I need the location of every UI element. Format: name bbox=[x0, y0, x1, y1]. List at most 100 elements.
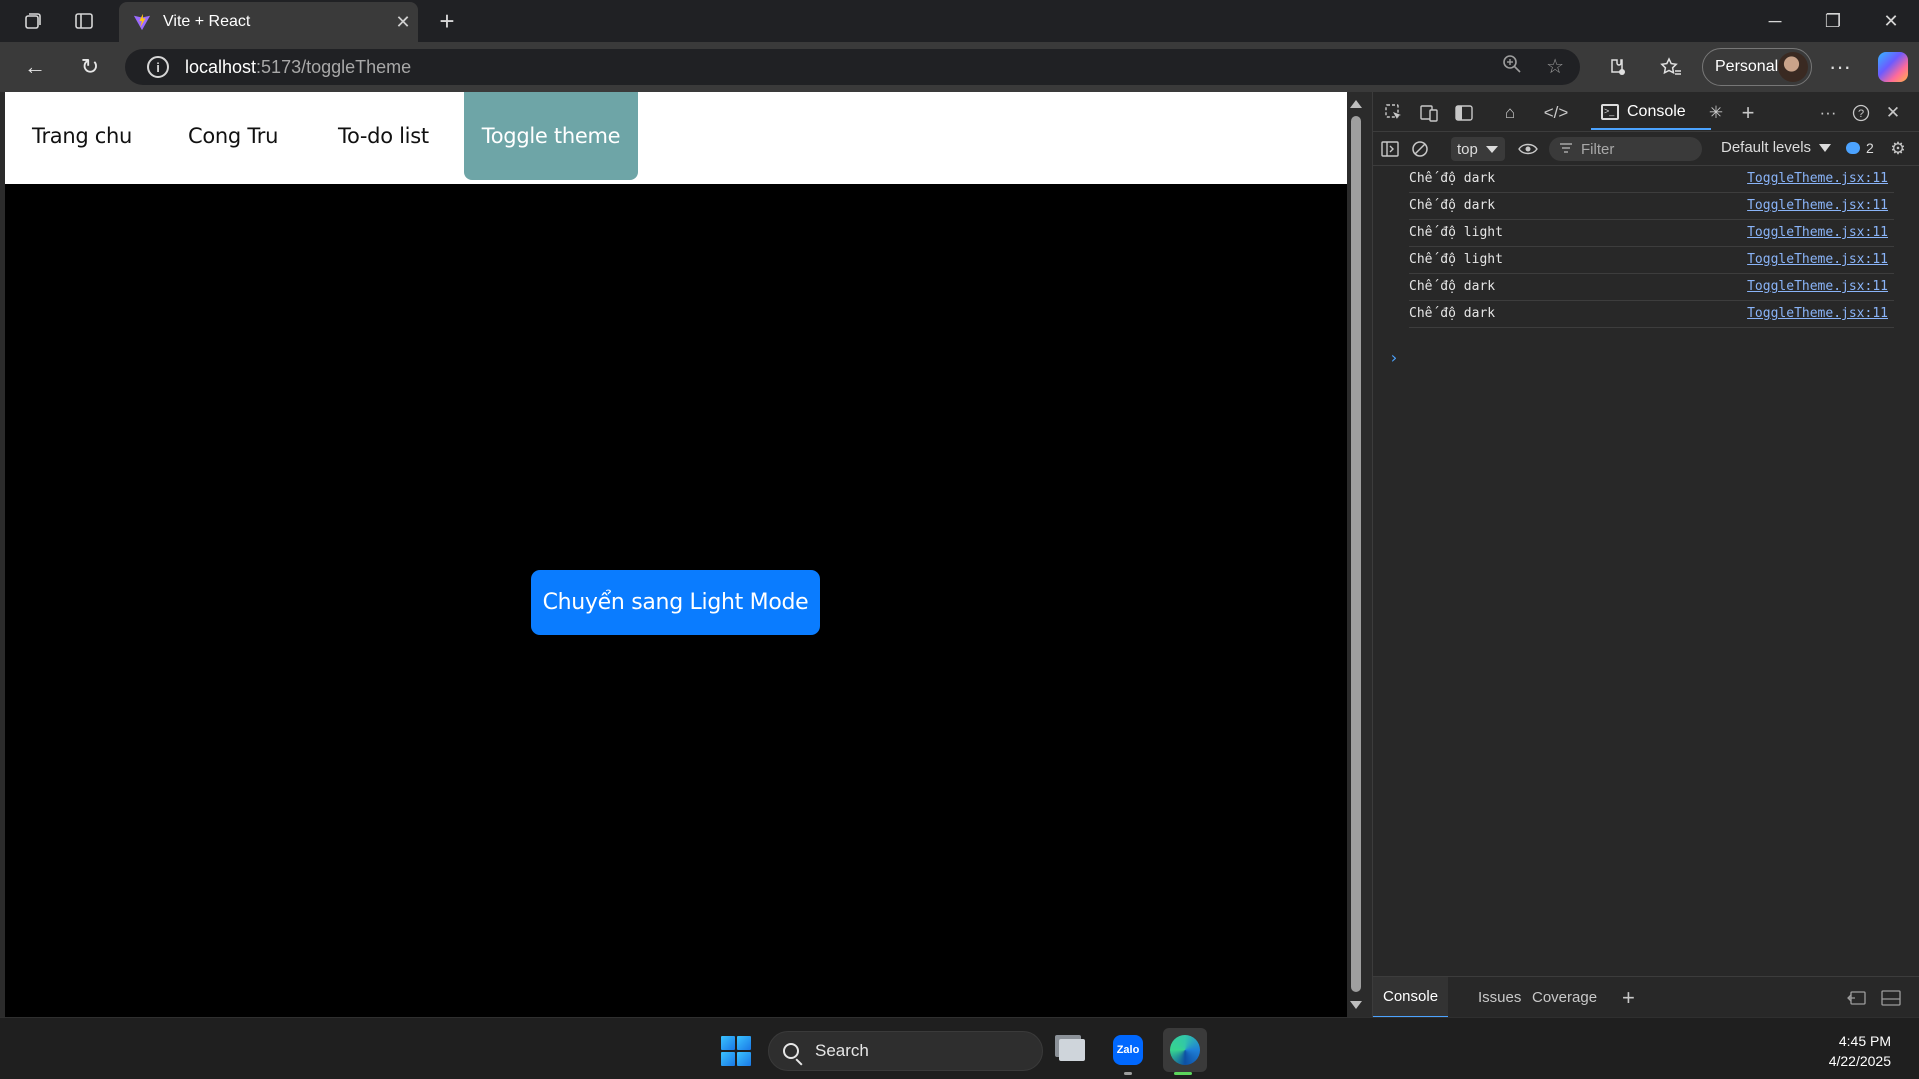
clock-time: 4:45 PM bbox=[1838, 1033, 1891, 1049]
sources-bug-icon[interactable]: ✳ bbox=[1703, 100, 1729, 126]
issues-count: 2 bbox=[1866, 140, 1874, 156]
device-toolbar-icon[interactable] bbox=[1416, 100, 1442, 126]
add-drawer-tab-icon[interactable]: + bbox=[1622, 977, 1635, 1018]
drawer-tab-issues[interactable]: Issues bbox=[1478, 977, 1521, 1018]
extensions-icon[interactable] bbox=[1602, 52, 1632, 82]
log-message: Chế độ dark bbox=[1409, 279, 1496, 294]
address-host: localhost bbox=[185, 56, 257, 77]
address-bar[interactable]: i localhost:5173/toggleTheme ☆ bbox=[125, 49, 1580, 85]
log-row: Chế độ dark ToggleTheme.jsx:11 bbox=[1409, 166, 1894, 193]
restore-icon[interactable]: ❐ bbox=[1808, 6, 1858, 36]
log-row: Chế độ dark ToggleTheme.jsx:11 bbox=[1409, 301, 1894, 328]
zoom-icon[interactable] bbox=[1502, 54, 1522, 80]
sidebar-toggle-icon[interactable] bbox=[1377, 136, 1403, 162]
profile-button[interactable]: Personal bbox=[1702, 48, 1812, 86]
live-expression-eye-icon[interactable] bbox=[1515, 136, 1541, 162]
nav-link-cong-tru[interactable]: Cong Tru bbox=[188, 92, 278, 180]
reload-icon[interactable]: ↻ bbox=[75, 52, 105, 82]
elements-icon[interactable]: </> bbox=[1543, 100, 1569, 126]
workspaces-icon[interactable] bbox=[20, 8, 46, 34]
close-tab-icon[interactable]: ✕ bbox=[388, 12, 418, 33]
back-arrow-icon[interactable]: ← bbox=[20, 52, 50, 82]
page-scrollbar[interactable] bbox=[1347, 92, 1365, 1017]
taskbar-search[interactable]: Search bbox=[768, 1031, 1043, 1071]
vite-icon bbox=[133, 13, 151, 31]
favorites-icon[interactable] bbox=[1656, 52, 1686, 82]
page-viewport: Trang chu Cong Tru To-do list Toggle the… bbox=[5, 92, 1347, 1017]
minimize-icon[interactable]: ─ bbox=[1750, 6, 1800, 36]
console-settings-gear-icon[interactable]: ⚙ bbox=[1885, 136, 1911, 162]
context-select[interactable]: top bbox=[1451, 137, 1505, 161]
close-window-icon[interactable]: ✕ bbox=[1866, 6, 1916, 36]
toggle-theme-button[interactable]: Chuyển sang Light Mode bbox=[531, 570, 820, 635]
search-icon bbox=[783, 1043, 799, 1059]
log-source-link[interactable]: ToggleTheme.jsx:11 bbox=[1747, 225, 1888, 240]
page-navbar: Trang chu Cong Tru To-do list Toggle the… bbox=[5, 92, 1347, 184]
drawer-tab-console[interactable]: Console bbox=[1373, 977, 1449, 1018]
tab-console[interactable]: >_ Console bbox=[1591, 96, 1711, 130]
log-levels-dropdown[interactable]: Default levels bbox=[1721, 139, 1832, 156]
scroll-up-icon[interactable] bbox=[1350, 100, 1362, 108]
info-icon[interactable]: i bbox=[147, 56, 169, 78]
more-icon[interactable]: ··· bbox=[1825, 52, 1855, 82]
search-label: Search bbox=[815, 1041, 869, 1060]
log-message: Chế độ dark bbox=[1409, 198, 1496, 213]
tab-console-label: Console bbox=[1627, 103, 1686, 120]
levels-label: Default levels bbox=[1721, 139, 1812, 156]
close-drawer-icon[interactable] bbox=[1881, 977, 1901, 1018]
filter-input[interactable]: Filter bbox=[1549, 137, 1702, 161]
browser-tab-active[interactable]: Vite + React ✕ bbox=[119, 2, 418, 42]
new-tab-icon[interactable]: + bbox=[432, 6, 462, 36]
close-devtools-icon[interactable]: ✕ bbox=[1880, 100, 1906, 126]
zalo-icon[interactable]: Zalo bbox=[1110, 1032, 1146, 1068]
windows-start-icon[interactable] bbox=[721, 1036, 751, 1066]
scrollbar-thumb[interactable] bbox=[1351, 116, 1361, 992]
dock-side-icon[interactable] bbox=[1451, 100, 1477, 126]
context-value: top bbox=[1457, 140, 1478, 158]
zalo-label: Zalo bbox=[1113, 1035, 1143, 1065]
log-row: Chế độ light ToggleTheme.jsx:11 bbox=[1409, 247, 1894, 274]
nav-link-toggle-theme[interactable]: Toggle theme bbox=[464, 92, 638, 180]
log-source-link[interactable]: ToggleTheme.jsx:11 bbox=[1747, 279, 1888, 294]
console-prompt-chevron-icon[interactable]: › bbox=[1389, 348, 1399, 367]
filter-placeholder: Filter bbox=[1581, 140, 1615, 158]
inspect-element-icon[interactable] bbox=[1381, 100, 1407, 126]
console-log: Chế độ dark ToggleTheme.jsx:11 Chế độ da… bbox=[1373, 166, 1919, 328]
drawer-tab-coverage[interactable]: Coverage bbox=[1532, 977, 1597, 1018]
devtools-drawer: Console Issues Coverage + bbox=[1373, 976, 1919, 1018]
browser-tab-bar: Vite + React ✕ + ─ ❐ ✕ bbox=[0, 0, 1919, 42]
log-source-link[interactable]: ToggleTheme.jsx:11 bbox=[1747, 198, 1888, 213]
log-row: Chế độ light ToggleTheme.jsx:11 bbox=[1409, 220, 1894, 247]
log-row: Chế độ dark ToggleTheme.jsx:11 bbox=[1409, 193, 1894, 220]
log-source-link[interactable]: ToggleTheme.jsx:11 bbox=[1747, 252, 1888, 267]
star-icon[interactable]: ☆ bbox=[1546, 54, 1564, 80]
log-row: Chế độ dark ToggleTheme.jsx:11 bbox=[1409, 274, 1894, 301]
clear-console-icon[interactable] bbox=[1407, 136, 1433, 162]
more-tools-plus-icon[interactable]: + bbox=[1735, 100, 1761, 126]
nav-link-todo[interactable]: To-do list bbox=[338, 92, 429, 180]
nav-link-home[interactable]: Trang chu bbox=[32, 92, 132, 180]
message-icon bbox=[1846, 142, 1860, 154]
log-source-link[interactable]: ToggleTheme.jsx:11 bbox=[1747, 306, 1888, 321]
copilot-icon[interactable] bbox=[1878, 52, 1908, 82]
help-icon[interactable]: ? bbox=[1848, 100, 1874, 126]
log-message: Chế độ light bbox=[1409, 225, 1503, 240]
welcome-home-icon[interactable]: ⌂ bbox=[1497, 100, 1523, 126]
windows-taskbar: Search Zalo 4:45 PM 4/22/2025 bbox=[0, 1017, 1919, 1079]
console-toolbar: top Filter Default levels 2 ⚙ bbox=[1373, 132, 1919, 166]
system-clock[interactable]: 4:45 PM 4/22/2025 bbox=[1829, 1031, 1891, 1071]
edge-icon[interactable] bbox=[1163, 1028, 1207, 1072]
issues-counter[interactable]: 2 bbox=[1846, 140, 1874, 156]
devtools-more-icon[interactable]: ··· bbox=[1815, 100, 1841, 126]
app-running-indicator bbox=[1124, 1072, 1132, 1075]
tab-actions-icon[interactable] bbox=[71, 8, 97, 34]
log-message: Chế độ dark bbox=[1409, 171, 1496, 186]
file-explorer-icon[interactable] bbox=[1054, 1032, 1090, 1068]
console-icon: >_ bbox=[1601, 104, 1619, 120]
dock-drawer-icon[interactable] bbox=[1847, 977, 1867, 1018]
browser-toolbar: ← ↻ i localhost:5173/toggleTheme ☆ Perso… bbox=[0, 42, 1919, 92]
log-message: Chế độ dark bbox=[1409, 306, 1496, 321]
log-source-link[interactable]: ToggleTheme.jsx:11 bbox=[1747, 171, 1888, 186]
scroll-down-icon[interactable] bbox=[1350, 1001, 1362, 1009]
chevron-down-icon bbox=[1819, 143, 1832, 152]
